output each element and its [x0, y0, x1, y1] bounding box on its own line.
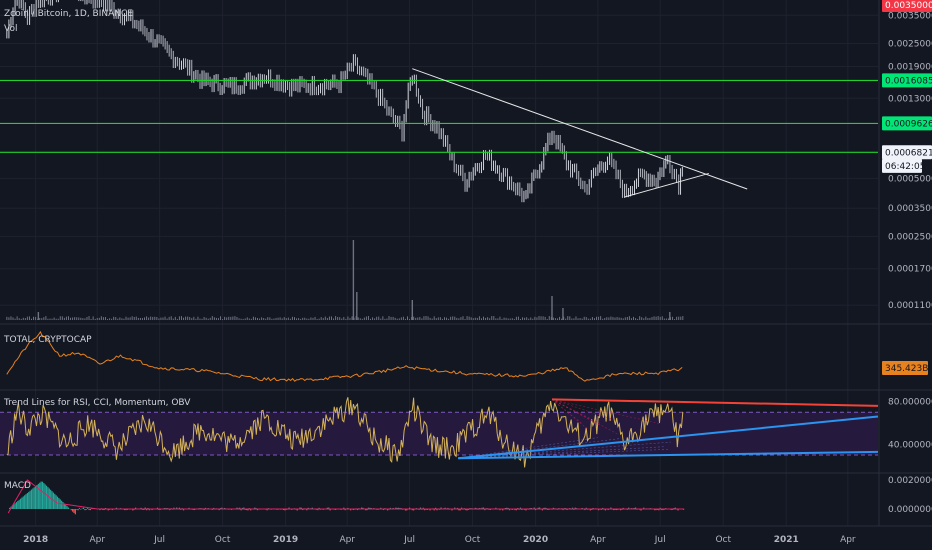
price-badge-label: 0.0006821	[885, 148, 932, 158]
macd-axis-tick-label: 0.0020000	[888, 476, 932, 486]
volume-label: Vol	[4, 24, 17, 34]
price-badge-label: 0.0016085	[885, 76, 932, 86]
price-badge[interactable]: 0.0006821	[882, 145, 932, 160]
time-axis-tick-label: Apr	[840, 535, 856, 545]
time-axis-tick-label: Apr	[89, 535, 105, 545]
symbol-title[interactable]: Zcoin / Bitcoin, 1D, BINANCE	[4, 9, 133, 19]
price-axis-tick-label: 0.0003500	[888, 204, 932, 214]
time-axis-tick-label: Apr	[339, 535, 355, 545]
time-axis-tick-label: 2019	[273, 535, 298, 545]
trading-chart[interactable]: 0.0035000 0.0025000 0.0019000 0.0013000 0.00…	[0, 0, 932, 550]
price-badge-label: 0.0009626	[885, 119, 932, 129]
price-axis-tick-label: 0.0002500	[888, 232, 932, 242]
macd-axis-tick-label: 0.0000000	[888, 505, 932, 515]
total-value-badge-label: 345.423B	[885, 364, 928, 374]
rsi-axis-tick-label: 40.0000000	[888, 440, 932, 450]
macd-pane-title[interactable]: MACD	[4, 481, 31, 491]
price-axis-tick-label: 0.0013000	[888, 94, 932, 104]
time-axis-tick-label: Oct	[715, 535, 731, 545]
total-pane-title[interactable]: TOTAL, CRYPTOCAP	[3, 335, 92, 345]
time-axis-tick-label: Apr	[590, 535, 606, 545]
rsi-band	[0, 412, 878, 456]
price-badge[interactable]: 0.0016085	[882, 73, 932, 88]
time-axis-tick-label: 2021	[774, 535, 799, 545]
total-value-badge[interactable]: 345.423B	[882, 361, 928, 375]
price-badge[interactable]: 0.0009626	[882, 116, 932, 131]
price-axis-tick-label: 0.0005000	[888, 174, 932, 184]
price-badge[interactable]: 0.0035000	[882, 0, 932, 12]
time-axis-tick-label: Jul	[654, 535, 666, 545]
time-axis-tick-label: Jul	[153, 535, 165, 545]
rsi-pane-title[interactable]: Trend Lines for RSI, CCI, Momentum, OBV	[3, 398, 191, 408]
time-axis-tick-label: 2020	[523, 535, 548, 545]
time-axis-tick-label: Jul	[403, 535, 415, 545]
rsi-axis-tick-label: 80.0000000	[888, 398, 932, 408]
price-axis-tick-label: 0.0025000	[888, 39, 932, 49]
chart-stage: 0.0035000 0.0025000 0.0019000 0.0013000 0.00…	[0, 0, 932, 550]
price-axis-tick-label: 0.0019000	[888, 62, 932, 72]
price-badge[interactable]: 06:42:05	[882, 158, 925, 173]
chart-background	[0, 0, 932, 550]
time-axis-tick-label: Oct	[215, 535, 231, 545]
price-axis-tick-label: 0.0001100	[888, 301, 932, 311]
price-axis-tick-label: 0.0001700	[888, 265, 932, 275]
price-badge-label: 06:42:05	[885, 162, 925, 172]
price-badge-label: 0.0035000	[885, 1, 932, 11]
time-axis-tick-label: Oct	[465, 535, 481, 545]
price-axis-tick-label: 0.0035000	[888, 11, 932, 21]
time-axis-tick-label: 2018	[23, 535, 48, 545]
